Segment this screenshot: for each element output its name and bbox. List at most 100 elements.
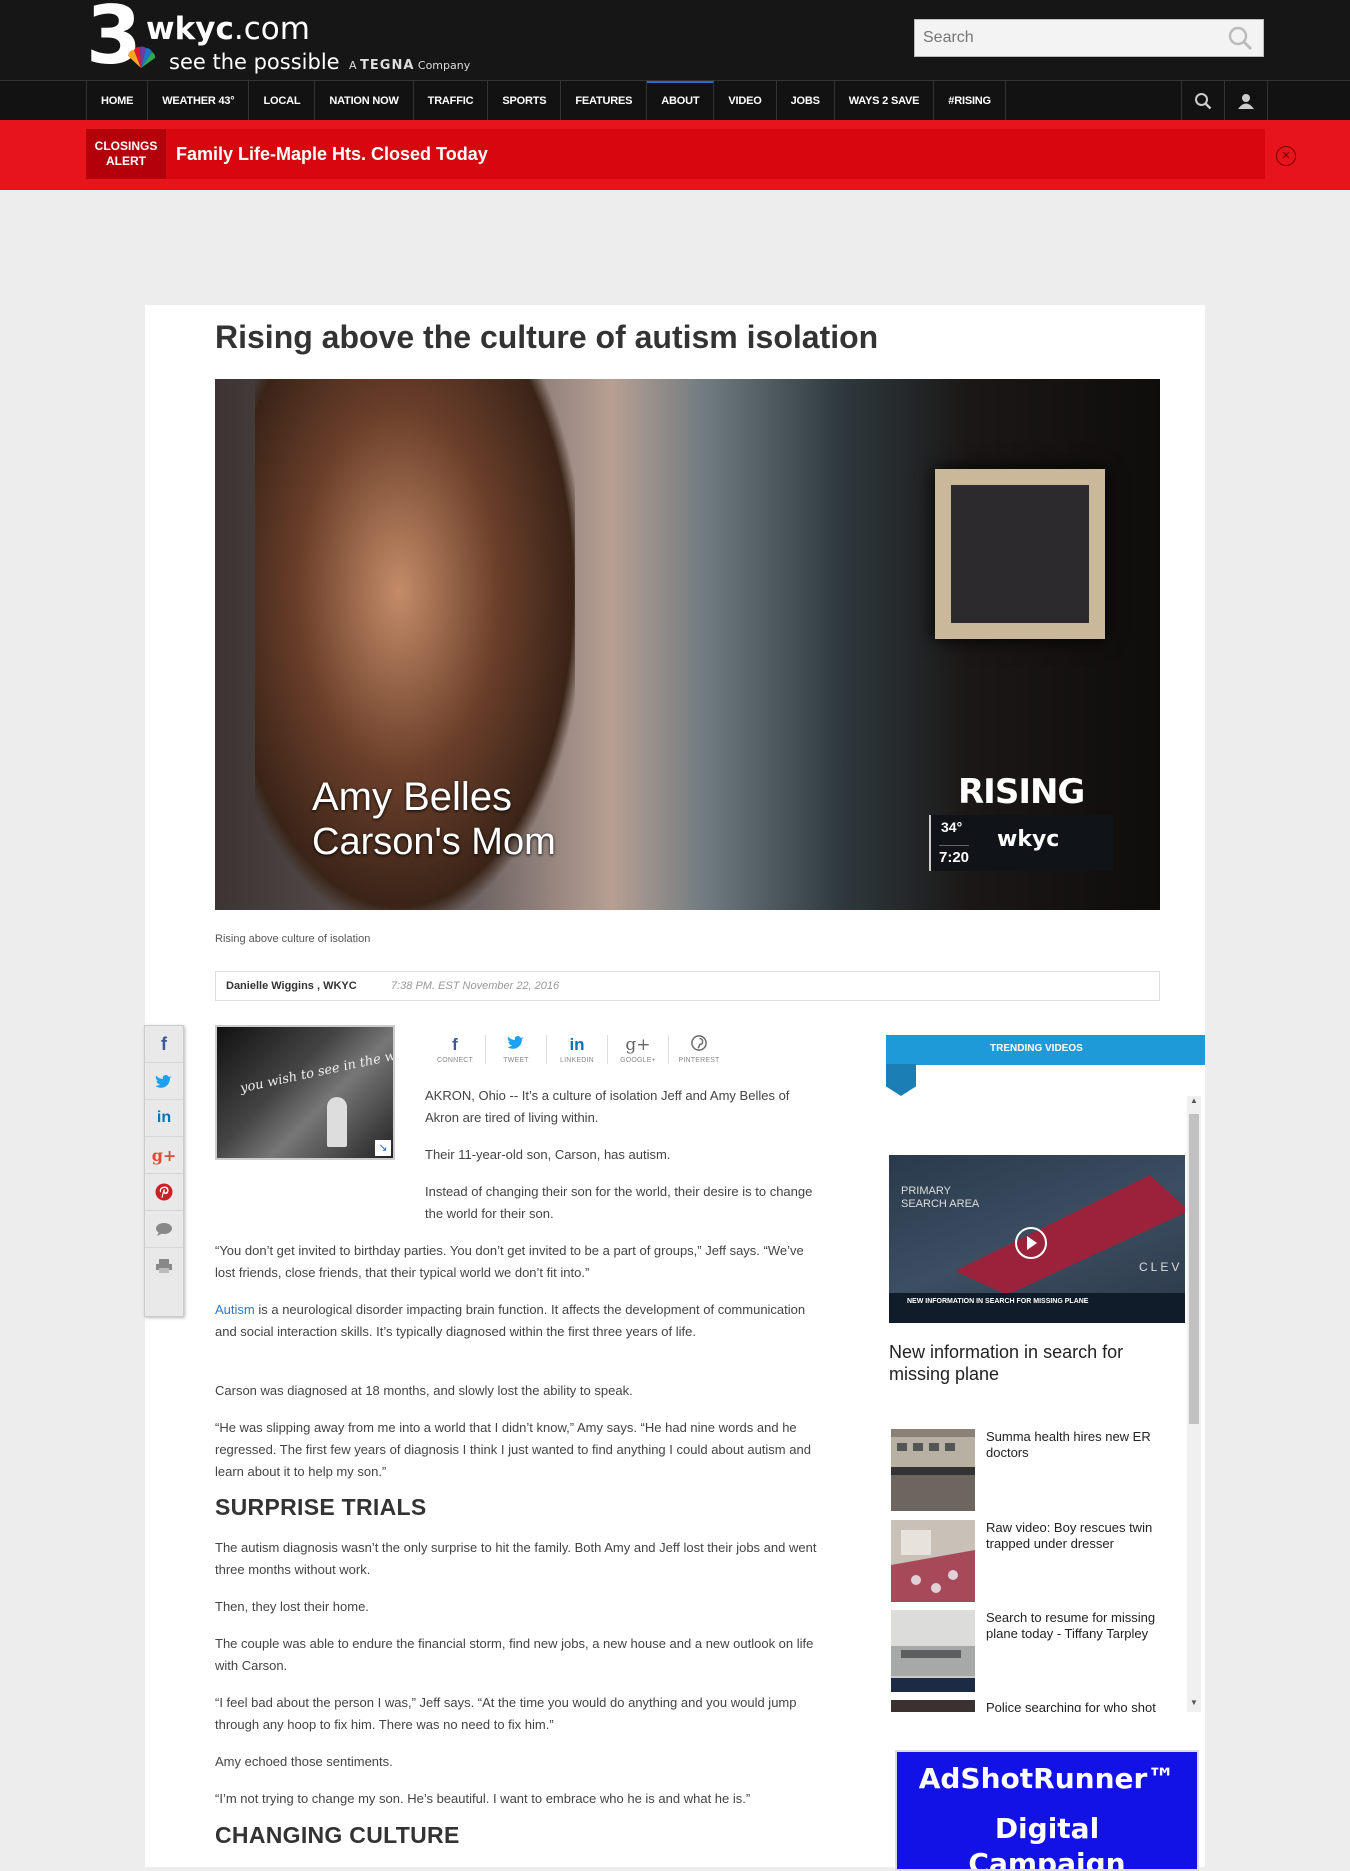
facebook-icon[interactable]: f — [145, 1026, 183, 1063]
video-rising-logo: RISING — [958, 772, 1085, 812]
video-thumbnail — [891, 1700, 975, 1712]
byline-date: 7:38 PM. EST November 22, 2016 — [391, 980, 560, 992]
trending-videos-title: TRENDING VIDEOS — [990, 1043, 1083, 1054]
expand-icon[interactable]: ↘ — [375, 1140, 391, 1156]
article-paragraph: Instead of changing their son for the wo… — [425, 1184, 813, 1221]
nav-item-rising[interactable]: #RISING — [934, 81, 1006, 121]
nbc-peacock-icon — [128, 46, 156, 68]
article-thumbnail[interactable]: you wish to see in the world - Mahatma G… — [215, 1025, 395, 1160]
article-paragraph: Amy echoed those sentiments. — [215, 1754, 393, 1769]
nav-item-home[interactable]: HOME — [87, 81, 149, 121]
main-nav: HOME WEATHER 43° LOCAL NATION NOW TRAFFI… — [0, 80, 1350, 121]
nav-user-button[interactable] — [1224, 81, 1268, 121]
trending-video-item[interactable]: Raw video: Boy rescues twin trapped unde… — [891, 1520, 1181, 1602]
share-facebook-button[interactable]: f CONNECT — [425, 1035, 486, 1064]
user-icon — [1238, 94, 1254, 109]
article-paragraph: The couple was able to endure the financ… — [215, 1636, 814, 1673]
nav-item-ways-2-save[interactable]: WAYS 2 SAVE — [835, 81, 935, 121]
scroll-thumb[interactable] — [1189, 1114, 1199, 1424]
nav-item-weather[interactable]: WEATHER 43° — [148, 81, 250, 121]
share-linkedin-button[interactable]: in LINKEDIN — [547, 1035, 608, 1064]
nav-item-local[interactable]: LOCAL — [249, 81, 316, 121]
trending-video-item[interactable]: Search to resume for missing plane today… — [891, 1610, 1181, 1692]
sidebar-ad[interactable]: AdShotRunner™ Digital Campaign — [895, 1750, 1199, 1871]
autism-link[interactable]: Autism — [215, 1302, 255, 1317]
article-paragraph: “He was slipping away from me into a wor… — [215, 1420, 811, 1479]
share-twitter-button[interactable]: TWEET — [486, 1035, 547, 1064]
video-station-logo: wkyc — [997, 827, 1060, 852]
closings-alert-bar: CLOSINGS ALERT Family Life-Maple Hts. Cl… — [0, 120, 1350, 190]
share-pinterest-button[interactable]: PINTEREST — [669, 1035, 729, 1064]
video-lower-third-role: Carson's Mom — [312, 821, 556, 863]
video-thumbnail — [891, 1429, 975, 1511]
closings-alert[interactable]: CLOSINGS ALERT Family Life-Maple Hts. Cl… — [86, 129, 1265, 179]
nav-search-button[interactable] — [1181, 81, 1224, 121]
article-paragraph: AKRON, Ohio -- It’s a culture of isolati… — [425, 1088, 790, 1125]
nav-item-traffic[interactable]: TRAFFIC — [414, 81, 489, 121]
share-label: TWEET — [503, 1057, 529, 1064]
play-icon[interactable] — [1015, 1227, 1047, 1259]
section-heading: CHANGING CULTURE — [215, 1822, 460, 1848]
video-picture-frame — [935, 469, 1105, 639]
ad-line: Digital — [994, 1812, 1100, 1845]
nav-item-sports[interactable]: SPORTS — [488, 81, 562, 121]
thumbnail-figure — [327, 1097, 347, 1147]
scroll-up-icon[interactable]: ▲ — [1187, 1096, 1201, 1110]
featured-video-title[interactable]: New information in search for missing pl… — [889, 1341, 1179, 1385]
logo-site-name: wkyc.com — [146, 11, 310, 47]
search-box — [914, 19, 1264, 57]
nav-item-jobs[interactable]: JOBS — [777, 81, 835, 121]
nav-item-video[interactable]: VIDEO — [714, 81, 777, 121]
google-plus-icon: g+ — [625, 1035, 651, 1055]
video-thumbnail — [891, 1610, 975, 1692]
ad-brand: AdShotRunner™ — [918, 1762, 1176, 1795]
trending-video-item[interactable]: Summa health hires new ER doctors — [891, 1429, 1181, 1511]
nav-item-features[interactable]: FEATURES — [561, 81, 648, 121]
search-icon[interactable] — [1227, 25, 1253, 51]
alert-close-icon[interactable]: ✕ — [1276, 146, 1296, 166]
google-plus-icon[interactable]: g+ — [145, 1137, 183, 1174]
share-label: GOOGLE+ — [620, 1057, 656, 1064]
trending-videos-list: PRIMARY SEARCH AREA CLEV NEW INFORMATION … — [889, 1096, 1202, 1712]
share-label: CONNECT — [436, 1057, 473, 1064]
ad-space — [0, 190, 1350, 305]
article-paragraph: Carson was diagnosed at 18 months, and s… — [215, 1383, 633, 1398]
comment-icon[interactable] — [145, 1211, 183, 1248]
featured-thumb-label: PRIMARY SEARCH AREA — [901, 1185, 980, 1210]
logo-tagline: see the possible — [169, 50, 340, 74]
twitter-icon[interactable] — [145, 1063, 183, 1100]
trending-video-item[interactable]: Police searching for who shot — [891, 1700, 1181, 1712]
video-player[interactable]: Amy Belles Carson's Mom RISING 34° 7:20 … — [215, 379, 1160, 910]
linkedin-icon[interactable]: in — [145, 1100, 183, 1137]
video-temperature: 34° — [941, 819, 963, 835]
scroll-down-icon[interactable]: ▼ — [1187, 1698, 1201, 1712]
featured-video-thumbnail[interactable]: PRIMARY SEARCH AREA CLEV NEW INFORMATION … — [889, 1155, 1185, 1323]
featured-thumb-city: CLEV — [1139, 1260, 1183, 1274]
site-logo[interactable]: 3 wkyc.com see the possible A TEGNA Comp… — [86, 0, 486, 76]
trending-scrollbar[interactable]: ▲ ▼ — [1187, 1096, 1201, 1712]
twitter-icon — [486, 1035, 546, 1055]
video-station-bug: 34° 7:20 wkyc — [929, 815, 1113, 871]
trending-video-title: Summa health hires new ER doctors — [986, 1429, 1151, 1460]
article-paragraph: Autism is a neurological disorder impact… — [215, 1302, 806, 1339]
ad-line: Campaign — [968, 1847, 1126, 1871]
trending-video-title: Search to resume for missing plane today… — [986, 1610, 1156, 1641]
featured-thumb-strip: NEW INFORMATION IN SEARCH FOR MISSING PL… — [889, 1293, 1185, 1323]
video-thumbnail — [891, 1520, 975, 1602]
article-paragraph: Then, they lost their home. — [215, 1599, 369, 1614]
byline-author[interactable]: Danielle Wiggins , WKYC — [226, 980, 357, 992]
byline: Danielle Wiggins , WKYC 7:38 PM. EST Nov… — [215, 971, 1160, 1001]
search-input[interactable] — [915, 20, 1231, 56]
pinterest-icon[interactable] — [145, 1174, 183, 1211]
nav-item-nation-now[interactable]: NATION NOW — [315, 81, 414, 121]
tegna-label: A TEGNA Company — [349, 58, 471, 73]
nav-item-about[interactable]: ABOUT — [647, 81, 715, 121]
share-google-plus-button[interactable]: g+ GOOGLE+ — [608, 1035, 669, 1064]
alert-badge: CLOSINGS ALERT — [86, 129, 166, 179]
video-caption: Rising above culture of isolation — [215, 933, 371, 945]
video-lower-third-name: Amy Belles — [312, 775, 513, 819]
top-bar: 3 wkyc.com see the possible A TEGNA Comp… — [0, 0, 1350, 80]
trending-video-title: Raw video: Boy rescues twin trapped unde… — [986, 1520, 1153, 1551]
facebook-icon: f — [452, 1035, 458, 1054]
print-icon[interactable] — [145, 1248, 183, 1284]
